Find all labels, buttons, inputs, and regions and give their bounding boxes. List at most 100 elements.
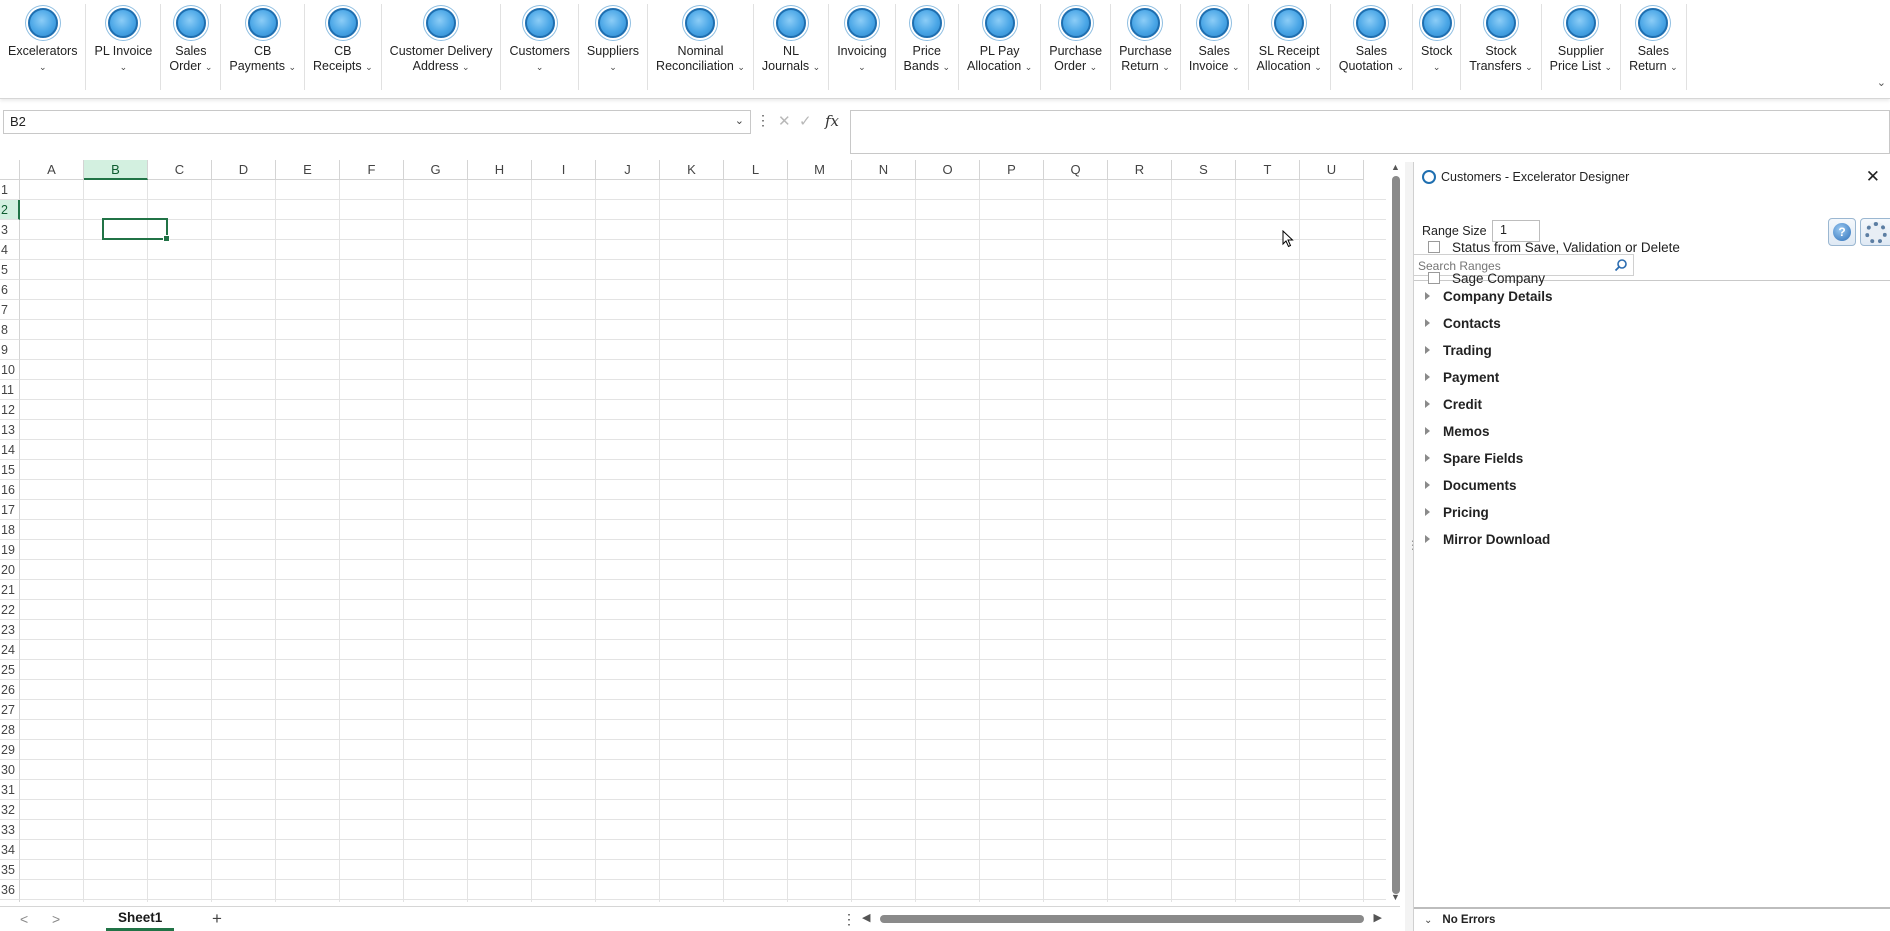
- sheet-prev-icon[interactable]: <: [20, 911, 28, 927]
- cancel-icon[interactable]: ✕: [778, 112, 791, 130]
- row-header-7[interactable]: 7: [0, 300, 20, 320]
- row-header-28[interactable]: 28: [0, 720, 20, 740]
- row-header-13[interactable]: 13: [0, 420, 20, 440]
- column-header-k[interactable]: K: [660, 160, 724, 180]
- insert-function-icon[interactable]: fx: [825, 112, 839, 130]
- horizontal-scroll-thumb[interactable]: [880, 915, 1364, 923]
- add-sheet-icon[interactable]: +: [212, 909, 222, 929]
- row-header-20[interactable]: 20: [0, 560, 20, 580]
- scroll-left-icon[interactable]: ◀: [862, 911, 870, 924]
- column-header-b[interactable]: B: [84, 160, 148, 180]
- row-header-31[interactable]: 31: [0, 780, 20, 800]
- column-header-h[interactable]: H: [468, 160, 532, 180]
- row-header-18[interactable]: 18: [0, 520, 20, 540]
- column-header-q[interactable]: Q: [1044, 160, 1108, 180]
- range-checkbox-status-from-save-validation-or-delete[interactable]: Status from Save, Validation or Delete: [1414, 236, 1680, 258]
- row-header-4[interactable]: 4: [0, 240, 20, 260]
- tree-item-payment[interactable]: Payment: [1414, 366, 1499, 388]
- row-header-9[interactable]: 9: [0, 340, 20, 360]
- ribbon-button-customer-delivery-address[interactable]: Customer Delivery Address ⌄: [382, 4, 502, 90]
- row-header-24[interactable]: 24: [0, 640, 20, 660]
- tree-item-mirror-download[interactable]: Mirror Download: [1414, 528, 1550, 550]
- column-header-e[interactable]: E: [276, 160, 340, 180]
- expand-arrow-icon[interactable]: [1425, 292, 1430, 300]
- expand-arrow-icon[interactable]: [1425, 427, 1430, 435]
- ribbon-button-sales-order[interactable]: Sales Order ⌄: [161, 4, 222, 90]
- row-header-27[interactable]: 27: [0, 700, 20, 720]
- expand-arrow-icon[interactable]: [1425, 319, 1430, 327]
- row-header-34[interactable]: 34: [0, 840, 20, 860]
- tree-item-contacts[interactable]: Contacts: [1414, 312, 1501, 334]
- ribbon-button-price-bands[interactable]: Price Bands ⌄: [896, 4, 960, 90]
- row-header-22[interactable]: 22: [0, 600, 20, 620]
- column-header-r[interactable]: R: [1108, 160, 1172, 180]
- ribbon-button-suppliers[interactable]: Suppliers ⌄: [579, 4, 649, 90]
- ribbon-button-excelerators[interactable]: Excelerators ⌄: [0, 4, 87, 90]
- column-header-u[interactable]: U: [1300, 160, 1364, 180]
- expand-arrow-icon[interactable]: [1425, 346, 1430, 354]
- row-header-12[interactable]: 12: [0, 400, 20, 420]
- tab-sheet1[interactable]: Sheet1: [106, 907, 175, 931]
- expand-arrow-icon[interactable]: [1425, 481, 1430, 489]
- row-header-11[interactable]: 11: [0, 380, 20, 400]
- row-header-37[interactable]: 37: [0, 900, 20, 902]
- active-cell[interactable]: [102, 218, 170, 242]
- scroll-right-icon[interactable]: ▶: [1374, 911, 1382, 924]
- ribbon-button-purchase-return[interactable]: Purchase Return ⌄: [1111, 4, 1181, 90]
- tree-item-company-details[interactable]: Company Details: [1414, 285, 1553, 307]
- row-header-21[interactable]: 21: [0, 580, 20, 600]
- column-header-c[interactable]: C: [148, 160, 212, 180]
- ribbon-button-cb-receipts[interactable]: CB Receipts ⌄: [305, 4, 382, 90]
- name-box[interactable]: B2 ⌄: [3, 110, 751, 134]
- ribbon-button-pl-pay-allocation[interactable]: PL Pay Allocation ⌄: [959, 4, 1042, 90]
- sheet-next-icon[interactable]: >: [52, 911, 60, 927]
- vertical-scrollbar[interactable]: ▲ ▼: [1389, 162, 1403, 904]
- ribbon-button-customers[interactable]: Customers ⌄: [501, 4, 579, 90]
- tree-item-spare-fields[interactable]: Spare Fields: [1414, 447, 1523, 469]
- row-header-8[interactable]: 8: [0, 320, 20, 340]
- row-header-5[interactable]: 5: [0, 260, 20, 280]
- row-header-29[interactable]: 29: [0, 740, 20, 760]
- help-button[interactable]: ?: [1828, 218, 1856, 246]
- column-header-s[interactable]: S: [1172, 160, 1236, 180]
- column-header-o[interactable]: O: [916, 160, 980, 180]
- column-header-n[interactable]: N: [852, 160, 916, 180]
- ribbon-button-stock[interactable]: Stock ⌄: [1413, 4, 1462, 90]
- ribbon-button-nl-journals[interactable]: NL Journals ⌄: [754, 4, 830, 90]
- row-header-3[interactable]: 3: [0, 220, 20, 240]
- expand-arrow-icon[interactable]: [1425, 454, 1430, 462]
- ribbon-button-supplier-price-list[interactable]: Supplier Price List ⌄: [1542, 4, 1622, 90]
- name-box-dropdown-icon[interactable]: ⌄: [735, 114, 744, 127]
- checkbox[interactable]: [1428, 241, 1440, 253]
- ribbon-button-sales-quotation[interactable]: Sales Quotation ⌄: [1331, 4, 1413, 90]
- ribbon-button-pl-invoice[interactable]: PL Invoice ⌄: [86, 4, 162, 90]
- select-all-corner[interactable]: [0, 160, 20, 180]
- formula-bar-more-icon[interactable]: ⋮: [756, 112, 770, 129]
- expand-arrow-icon[interactable]: [1425, 400, 1430, 408]
- expand-arrow-icon[interactable]: [1425, 373, 1430, 381]
- row-header-25[interactable]: 25: [0, 660, 20, 680]
- column-header-f[interactable]: F: [340, 160, 404, 180]
- row-header-17[interactable]: 17: [0, 500, 20, 520]
- ribbon-button-stock-transfers[interactable]: Stock Transfers ⌄: [1461, 4, 1542, 90]
- column-header-l[interactable]: L: [724, 160, 788, 180]
- row-header-1[interactable]: 1: [0, 180, 20, 200]
- ribbon-button-sl-receipt-allocation[interactable]: SL Receipt Allocation ⌄: [1249, 4, 1331, 90]
- scroll-down-icon[interactable]: ▼: [1391, 892, 1400, 902]
- ribbon-button-cb-payments[interactable]: CB Payments ⌄: [221, 4, 305, 90]
- expand-arrow-icon[interactable]: [1425, 508, 1430, 516]
- row-header-2[interactable]: 2: [0, 200, 20, 220]
- row-header-35[interactable]: 35: [0, 860, 20, 880]
- column-header-i[interactable]: I: [532, 160, 596, 180]
- ribbon-button-nominal-reconciliation[interactable]: Nominal Reconciliation ⌄: [648, 4, 754, 90]
- tree-item-trading[interactable]: Trading: [1414, 339, 1492, 361]
- column-header-a[interactable]: A: [20, 160, 84, 180]
- horizontal-scrollbar[interactable]: ◀ ▶: [862, 911, 1382, 925]
- formula-input[interactable]: [850, 110, 1890, 154]
- scroll-up-icon[interactable]: ▲: [1391, 162, 1400, 172]
- row-header-19[interactable]: 19: [0, 540, 20, 560]
- tree-item-memos[interactable]: Memos: [1414, 420, 1490, 442]
- column-header-g[interactable]: G: [404, 160, 468, 180]
- column-header-j[interactable]: J: [596, 160, 660, 180]
- row-header-14[interactable]: 14: [0, 440, 20, 460]
